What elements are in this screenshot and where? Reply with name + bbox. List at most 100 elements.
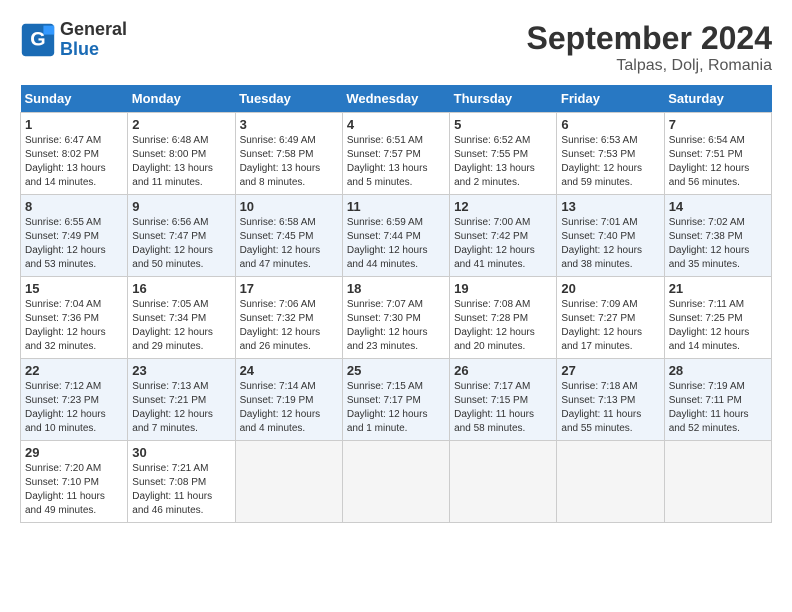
day-info: Sunrise: 6:55 AM Sunset: 7:49 PM Dayligh… bbox=[25, 216, 123, 272]
header-friday: Friday bbox=[557, 85, 664, 113]
day-info: Sunrise: 6:54 AM Sunset: 7:51 PM Dayligh… bbox=[669, 134, 767, 190]
day-number: 4 bbox=[347, 117, 445, 132]
day-info: Sunrise: 6:58 AM Sunset: 7:45 PM Dayligh… bbox=[240, 216, 338, 272]
location: Talpas, Dolj, Romania bbox=[527, 57, 772, 75]
day-info: Sunrise: 6:59 AM Sunset: 7:44 PM Dayligh… bbox=[347, 216, 445, 272]
calendar-cell: 24 Sunrise: 7:14 AM Sunset: 7:19 PM Dayl… bbox=[235, 359, 342, 441]
day-info: Sunrise: 6:48 AM Sunset: 8:00 PM Dayligh… bbox=[132, 134, 230, 190]
day-info: Sunrise: 6:47 AM Sunset: 8:02 PM Dayligh… bbox=[25, 134, 123, 190]
day-info: Sunrise: 7:05 AM Sunset: 7:34 PM Dayligh… bbox=[132, 298, 230, 354]
day-number: 28 bbox=[669, 363, 767, 378]
day-info: Sunrise: 7:01 AM Sunset: 7:40 PM Dayligh… bbox=[561, 216, 659, 272]
day-number: 21 bbox=[669, 281, 767, 296]
day-info: Sunrise: 7:11 AM Sunset: 7:25 PM Dayligh… bbox=[669, 298, 767, 354]
day-number: 15 bbox=[25, 281, 123, 296]
day-info: Sunrise: 7:12 AM Sunset: 7:23 PM Dayligh… bbox=[25, 380, 123, 436]
calendar-table: Sunday Monday Tuesday Wednesday Thursday… bbox=[20, 85, 772, 523]
day-number: 9 bbox=[132, 199, 230, 214]
calendar-cell: 22 Sunrise: 7:12 AM Sunset: 7:23 PM Dayl… bbox=[21, 359, 128, 441]
header-tuesday: Tuesday bbox=[235, 85, 342, 113]
calendar-cell: 23 Sunrise: 7:13 AM Sunset: 7:21 PM Dayl… bbox=[128, 359, 235, 441]
calendar-cell: 8 Sunrise: 6:55 AM Sunset: 7:49 PM Dayli… bbox=[21, 195, 128, 277]
calendar-cell: 21 Sunrise: 7:11 AM Sunset: 7:25 PM Dayl… bbox=[664, 277, 771, 359]
day-info: Sunrise: 6:52 AM Sunset: 7:55 PM Dayligh… bbox=[454, 134, 552, 190]
day-number: 11 bbox=[347, 199, 445, 214]
calendar-cell: 27 Sunrise: 7:18 AM Sunset: 7:13 PM Dayl… bbox=[557, 359, 664, 441]
month-title: September 2024 bbox=[527, 20, 772, 57]
day-number: 24 bbox=[240, 363, 338, 378]
day-number: 12 bbox=[454, 199, 552, 214]
calendar-cell: 20 Sunrise: 7:09 AM Sunset: 7:27 PM Dayl… bbox=[557, 277, 664, 359]
day-info: Sunrise: 7:20 AM Sunset: 7:10 PM Dayligh… bbox=[25, 462, 123, 518]
week-row: 22 Sunrise: 7:12 AM Sunset: 7:23 PM Dayl… bbox=[21, 359, 772, 441]
day-number: 23 bbox=[132, 363, 230, 378]
week-row: 29 Sunrise: 7:20 AM Sunset: 7:10 PM Dayl… bbox=[21, 441, 772, 523]
week-row: 1 Sunrise: 6:47 AM Sunset: 8:02 PM Dayli… bbox=[21, 113, 772, 195]
day-info: Sunrise: 7:06 AM Sunset: 7:32 PM Dayligh… bbox=[240, 298, 338, 354]
day-number: 25 bbox=[347, 363, 445, 378]
day-number: 3 bbox=[240, 117, 338, 132]
day-info: Sunrise: 7:09 AM Sunset: 7:27 PM Dayligh… bbox=[561, 298, 659, 354]
header-monday: Monday bbox=[128, 85, 235, 113]
calendar-cell: 11 Sunrise: 6:59 AM Sunset: 7:44 PM Dayl… bbox=[342, 195, 449, 277]
day-info: Sunrise: 7:08 AM Sunset: 7:28 PM Dayligh… bbox=[454, 298, 552, 354]
calendar-cell: 4 Sunrise: 6:51 AM Sunset: 7:57 PM Dayli… bbox=[342, 113, 449, 195]
day-info: Sunrise: 7:14 AM Sunset: 7:19 PM Dayligh… bbox=[240, 380, 338, 436]
day-number: 27 bbox=[561, 363, 659, 378]
header-wednesday: Wednesday bbox=[342, 85, 449, 113]
weekday-header-row: Sunday Monday Tuesday Wednesday Thursday… bbox=[21, 85, 772, 113]
calendar-cell: 26 Sunrise: 7:17 AM Sunset: 7:15 PM Dayl… bbox=[450, 359, 557, 441]
day-number: 5 bbox=[454, 117, 552, 132]
day-info: Sunrise: 7:04 AM Sunset: 7:36 PM Dayligh… bbox=[25, 298, 123, 354]
week-row: 8 Sunrise: 6:55 AM Sunset: 7:49 PM Dayli… bbox=[21, 195, 772, 277]
calendar-cell: 17 Sunrise: 7:06 AM Sunset: 7:32 PM Dayl… bbox=[235, 277, 342, 359]
day-info: Sunrise: 7:18 AM Sunset: 7:13 PM Dayligh… bbox=[561, 380, 659, 436]
calendar-cell: 19 Sunrise: 7:08 AM Sunset: 7:28 PM Dayl… bbox=[450, 277, 557, 359]
day-number: 20 bbox=[561, 281, 659, 296]
calendar-cell: 13 Sunrise: 7:01 AM Sunset: 7:40 PM Dayl… bbox=[557, 195, 664, 277]
day-number: 13 bbox=[561, 199, 659, 214]
calendar-cell: 28 Sunrise: 7:19 AM Sunset: 7:11 PM Dayl… bbox=[664, 359, 771, 441]
day-number: 16 bbox=[132, 281, 230, 296]
day-number: 18 bbox=[347, 281, 445, 296]
svg-text:G: G bbox=[30, 28, 45, 50]
day-info: Sunrise: 7:15 AM Sunset: 7:17 PM Dayligh… bbox=[347, 380, 445, 436]
day-number: 19 bbox=[454, 281, 552, 296]
day-info: Sunrise: 7:02 AM Sunset: 7:38 PM Dayligh… bbox=[669, 216, 767, 272]
calendar-cell: 5 Sunrise: 6:52 AM Sunset: 7:55 PM Dayli… bbox=[450, 113, 557, 195]
calendar-cell bbox=[342, 441, 449, 523]
week-row: 15 Sunrise: 7:04 AM Sunset: 7:36 PM Dayl… bbox=[21, 277, 772, 359]
calendar-cell: 10 Sunrise: 6:58 AM Sunset: 7:45 PM Dayl… bbox=[235, 195, 342, 277]
calendar-cell: 16 Sunrise: 7:05 AM Sunset: 7:34 PM Dayl… bbox=[128, 277, 235, 359]
day-number: 2 bbox=[132, 117, 230, 132]
calendar-cell: 12 Sunrise: 7:00 AM Sunset: 7:42 PM Dayl… bbox=[450, 195, 557, 277]
calendar-cell: 29 Sunrise: 7:20 AM Sunset: 7:10 PM Dayl… bbox=[21, 441, 128, 523]
day-number: 6 bbox=[561, 117, 659, 132]
day-number: 10 bbox=[240, 199, 338, 214]
day-info: Sunrise: 6:56 AM Sunset: 7:47 PM Dayligh… bbox=[132, 216, 230, 272]
day-number: 14 bbox=[669, 199, 767, 214]
day-number: 1 bbox=[25, 117, 123, 132]
day-info: Sunrise: 7:13 AM Sunset: 7:21 PM Dayligh… bbox=[132, 380, 230, 436]
day-number: 30 bbox=[132, 445, 230, 460]
day-info: Sunrise: 7:17 AM Sunset: 7:15 PM Dayligh… bbox=[454, 380, 552, 436]
calendar-cell bbox=[557, 441, 664, 523]
logo-icon: G bbox=[20, 22, 56, 58]
day-info: Sunrise: 6:49 AM Sunset: 7:58 PM Dayligh… bbox=[240, 134, 338, 190]
day-number: 22 bbox=[25, 363, 123, 378]
day-info: Sunrise: 7:19 AM Sunset: 7:11 PM Dayligh… bbox=[669, 380, 767, 436]
day-info: Sunrise: 6:51 AM Sunset: 7:57 PM Dayligh… bbox=[347, 134, 445, 190]
day-number: 8 bbox=[25, 199, 123, 214]
header-saturday: Saturday bbox=[664, 85, 771, 113]
header-thursday: Thursday bbox=[450, 85, 557, 113]
calendar-cell: 25 Sunrise: 7:15 AM Sunset: 7:17 PM Dayl… bbox=[342, 359, 449, 441]
logo: G General Blue bbox=[20, 20, 127, 60]
day-info: Sunrise: 7:21 AM Sunset: 7:08 PM Dayligh… bbox=[132, 462, 230, 518]
day-number: 29 bbox=[25, 445, 123, 460]
logo-text: General Blue bbox=[60, 20, 127, 60]
calendar-cell: 9 Sunrise: 6:56 AM Sunset: 7:47 PM Dayli… bbox=[128, 195, 235, 277]
calendar-cell: 3 Sunrise: 6:49 AM Sunset: 7:58 PM Dayli… bbox=[235, 113, 342, 195]
calendar-cell: 18 Sunrise: 7:07 AM Sunset: 7:30 PM Dayl… bbox=[342, 277, 449, 359]
calendar-cell: 2 Sunrise: 6:48 AM Sunset: 8:00 PM Dayli… bbox=[128, 113, 235, 195]
calendar-cell: 7 Sunrise: 6:54 AM Sunset: 7:51 PM Dayli… bbox=[664, 113, 771, 195]
